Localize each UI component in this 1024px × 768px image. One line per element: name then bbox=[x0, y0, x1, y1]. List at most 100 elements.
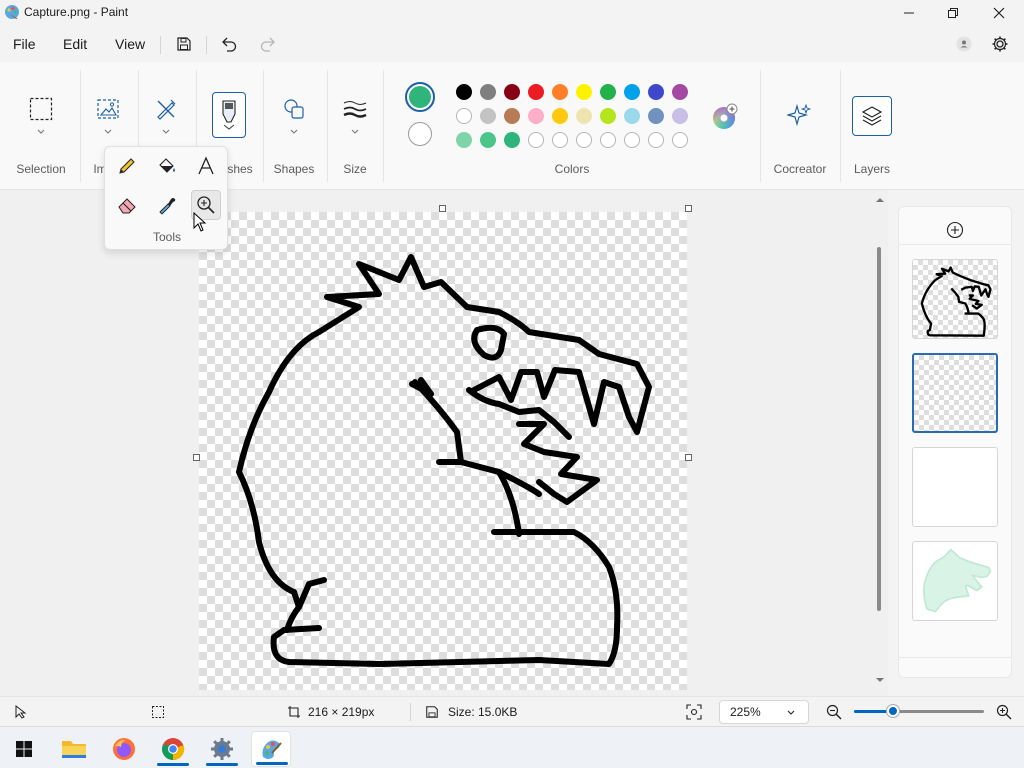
resize-handle[interactable] bbox=[685, 454, 692, 461]
colors-label: Colors bbox=[554, 162, 590, 176]
color-swatch[interactable] bbox=[576, 108, 592, 124]
add-layer-button[interactable] bbox=[946, 221, 964, 239]
color-swatch[interactable] bbox=[600, 84, 616, 100]
color-swatch[interactable] bbox=[672, 84, 688, 100]
menu-divider bbox=[160, 36, 161, 54]
zoom-in-icon[interactable] bbox=[996, 704, 1012, 720]
taskbar-settings[interactable] bbox=[202, 731, 242, 767]
taskbar-firefox[interactable] bbox=[104, 731, 144, 767]
save-icon bbox=[177, 37, 191, 51]
drawing-canvas[interactable] bbox=[199, 212, 687, 690]
layers-button[interactable] bbox=[852, 96, 892, 136]
scroll-up-icon bbox=[876, 198, 884, 202]
color-picker-tool[interactable] bbox=[152, 190, 182, 220]
menu-view[interactable]: View bbox=[115, 36, 145, 52]
image-tool-button[interactable] bbox=[91, 92, 125, 126]
edit-colors-button[interactable] bbox=[708, 100, 740, 132]
avatar-icon bbox=[956, 36, 972, 52]
minimize-button[interactable] bbox=[886, 0, 932, 26]
color-swatch[interactable] bbox=[600, 108, 616, 124]
canvas-size-icon bbox=[288, 706, 300, 718]
resize-handle[interactable] bbox=[439, 205, 446, 212]
brushes-tool-button[interactable] bbox=[212, 92, 246, 138]
layers-icon bbox=[861, 106, 883, 126]
taskbar-paint[interactable] bbox=[251, 731, 291, 767]
color-swatch[interactable] bbox=[480, 84, 496, 100]
layer-thumbnail[interactable] bbox=[912, 259, 998, 339]
color-swatch[interactable] bbox=[504, 84, 520, 100]
color-swatch[interactable] bbox=[528, 84, 544, 100]
shapes-icon bbox=[284, 99, 304, 119]
menu-edit[interactable]: Edit bbox=[63, 36, 87, 52]
custom-color-slot[interactable] bbox=[624, 132, 640, 148]
layer-thumbnail[interactable] bbox=[912, 447, 998, 527]
settings-button[interactable] bbox=[986, 30, 1014, 58]
color-swatch[interactable] bbox=[648, 84, 664, 100]
zoom-value: 225% bbox=[730, 705, 761, 719]
color-swatch[interactable] bbox=[552, 108, 568, 124]
redo-button[interactable] bbox=[254, 30, 282, 58]
fill-bucket-icon bbox=[159, 158, 175, 173]
custom-color-slot[interactable] bbox=[576, 132, 592, 148]
color-swatch[interactable] bbox=[504, 132, 520, 148]
secondary-color-swatch[interactable] bbox=[408, 122, 432, 146]
color-swatch[interactable] bbox=[624, 84, 640, 100]
resize-handle[interactable] bbox=[685, 205, 692, 212]
ribbon-divider bbox=[327, 70, 328, 182]
color-swatch[interactable] bbox=[552, 84, 568, 100]
start-button[interactable] bbox=[4, 731, 44, 767]
color-swatch[interactable] bbox=[456, 84, 472, 100]
color-swatch[interactable] bbox=[456, 132, 472, 148]
tools-tool-button[interactable] bbox=[149, 92, 183, 126]
primary-color-swatch[interactable] bbox=[405, 82, 435, 112]
shapes-tool-button[interactable] bbox=[277, 92, 311, 126]
custom-color-slot[interactable] bbox=[528, 132, 544, 148]
custom-color-slot[interactable] bbox=[600, 132, 616, 148]
color-swatch[interactable] bbox=[480, 108, 496, 124]
taskbar bbox=[0, 726, 1024, 768]
color-swatch[interactable] bbox=[528, 108, 544, 124]
custom-color-slot[interactable] bbox=[552, 132, 568, 148]
layer-thumbnail-selected[interactable] bbox=[912, 353, 998, 433]
brushes-label: shes bbox=[227, 162, 253, 176]
custom-color-slot[interactable] bbox=[672, 132, 688, 148]
zoom-out-icon[interactable] bbox=[826, 704, 842, 720]
account-button[interactable] bbox=[950, 30, 978, 58]
maximize-button[interactable] bbox=[930, 0, 976, 26]
custom-color-slot[interactable] bbox=[648, 132, 664, 148]
close-button[interactable] bbox=[976, 0, 1022, 26]
chevron-down-icon bbox=[787, 710, 795, 715]
fit-to-window-icon[interactable] bbox=[686, 704, 702, 720]
layer-thumbnail[interactable] bbox=[912, 541, 998, 621]
status-bar: 216 × 219px Size: 15.0KB 225% bbox=[0, 696, 1024, 726]
color-swatch[interactable] bbox=[648, 108, 664, 124]
selection-label: Selection bbox=[16, 162, 66, 176]
chevron-down-icon bbox=[104, 129, 112, 134]
eraser-tool[interactable] bbox=[112, 190, 142, 220]
color-swatch[interactable] bbox=[504, 108, 520, 124]
add-icon bbox=[946, 221, 964, 239]
save-button[interactable] bbox=[170, 30, 198, 58]
layers-panel bbox=[898, 206, 1012, 678]
zoom-slider-thumb[interactable] bbox=[887, 705, 899, 717]
color-swatch[interactable] bbox=[576, 84, 592, 100]
color-swatch[interactable] bbox=[456, 108, 472, 124]
pencil-tool[interactable] bbox=[112, 151, 142, 181]
color-swatch[interactable] bbox=[672, 108, 688, 124]
text-tool[interactable] bbox=[191, 151, 221, 181]
taskbar-chrome[interactable] bbox=[153, 731, 193, 767]
vertical-scrollbar[interactable] bbox=[872, 192, 888, 688]
color-swatch[interactable] bbox=[624, 108, 640, 124]
taskbar-file-explorer[interactable] bbox=[54, 731, 94, 767]
selection-tool-button[interactable] bbox=[24, 92, 58, 126]
size-tool-button[interactable] bbox=[338, 92, 372, 126]
zoom-dropdown[interactable]: 225% bbox=[719, 700, 809, 724]
menu-file[interactable]: File bbox=[13, 36, 36, 52]
fill-tool[interactable] bbox=[152, 151, 182, 181]
undo-button[interactable] bbox=[215, 30, 243, 58]
color-swatch[interactable] bbox=[480, 132, 496, 148]
scrollbar-thumb[interactable] bbox=[877, 247, 881, 611]
close-icon bbox=[993, 7, 1005, 19]
cocreator-button[interactable] bbox=[782, 98, 816, 132]
resize-handle[interactable] bbox=[193, 454, 200, 461]
